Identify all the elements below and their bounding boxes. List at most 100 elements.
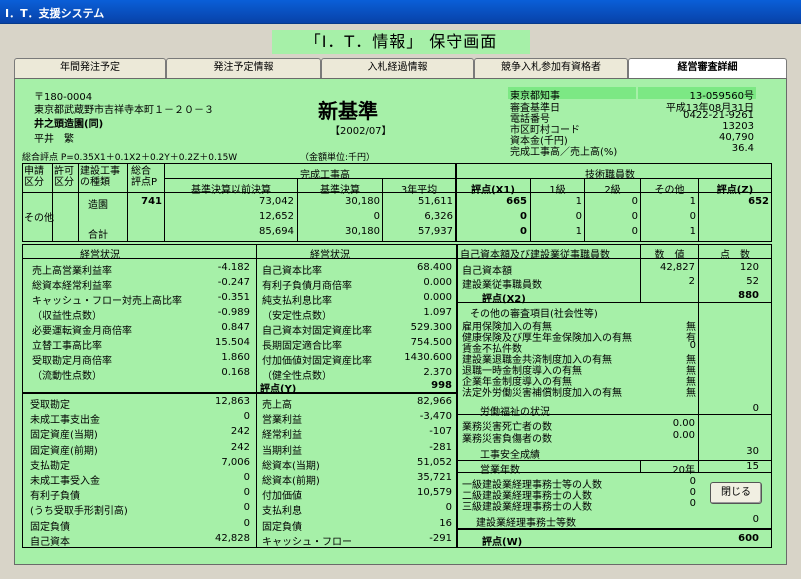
city-code: 13203 — [722, 121, 754, 132]
row2-avg: 6,326 — [424, 211, 453, 222]
accountant-value: 0 — [689, 487, 696, 498]
mgmt1-label: キャッシュ・フロー対売上高比率 — [32, 296, 182, 307]
fin2-label: キャッシュ・フロー — [262, 536, 352, 548]
social-value: 0 — [689, 340, 696, 351]
fin1-value: 0 — [243, 487, 250, 499]
tab-bid-progress[interactable]: 入札経過情報 — [321, 58, 474, 78]
fin2-label: 固定負債 — [262, 521, 302, 533]
fin1-label: 未成工事受入金 — [30, 476, 100, 487]
accident-injury-label: 業務災害負傷者の数 — [462, 434, 552, 445]
header-level1: 1級 — [549, 185, 566, 196]
accident-death-value: 0.00 — [672, 418, 695, 429]
mgmt1-value: 15.504 — [215, 337, 250, 348]
header-total-score: 総合 評点P — [131, 166, 158, 188]
mgmt1-label: （収益性点数） — [32, 311, 102, 322]
years-value: 20年 — [672, 465, 695, 476]
accountant-label: 三級建設業経理事務士の人数 — [462, 502, 592, 513]
mgmt1-label: 立替工事高比率 — [32, 341, 102, 352]
fin1-label: 未成工事支出金 — [30, 415, 100, 427]
fin1-label: 固定負債 — [30, 521, 70, 533]
mgmt2-label: （安定性点数） — [262, 311, 332, 322]
fin1-label: 支払勘定 — [30, 460, 70, 472]
accountant-value: 0 — [689, 498, 696, 509]
mgmt1-value: -4.182 — [217, 262, 250, 273]
tab-annual-order[interactable]: 年間発注予定 — [14, 58, 166, 78]
fin1-value: 242 — [230, 441, 250, 453]
tab-order-plan[interactable]: 発注予定情報 — [166, 58, 321, 78]
x2-score: 880 — [738, 290, 759, 301]
mgmt1-label: 総資本経常利益率 — [32, 281, 112, 292]
page-title: 「I．T．情報」 保守画面 — [272, 30, 530, 54]
fin2-value: -3,470 — [419, 411, 452, 423]
row1-x1: 665 — [506, 196, 527, 207]
fin2-label: 経常利益 — [262, 430, 302, 442]
fin2-label: 総資本(当期) — [262, 460, 320, 472]
years-label: 営業年数 — [480, 465, 520, 476]
tab-management-review[interactable]: 経営審査詳細 — [628, 58, 787, 78]
years-points: 15 — [746, 461, 759, 472]
mgmt2-label: 長期固定適合比率 — [262, 341, 342, 352]
fin1-value: 0 — [243, 472, 250, 483]
fin2-label: 付加価値 — [262, 491, 302, 503]
fin2-label: 営業利益 — [262, 415, 302, 427]
row2-before: 12,652 — [259, 211, 294, 222]
application-type: その他 — [24, 213, 54, 224]
fin1-label: 固定資産(前期) — [30, 445, 98, 457]
x2-points-header: 点 数 — [720, 250, 750, 261]
fin2-value: 82,966 — [417, 396, 452, 407]
row1-level2: 0 — [631, 196, 638, 207]
mgmt2-title: 経営状況 — [310, 250, 350, 261]
header-z: 評点(Z) — [716, 185, 754, 196]
standard-label: 新基準 — [318, 99, 378, 123]
total-level1: 1 — [575, 226, 582, 237]
fin1-value: 242 — [230, 426, 250, 438]
mgmt2-label: 付加価値対固定資産比率 — [262, 356, 372, 367]
address: 東京都武蔵野市吉祥寺本町１－２０－３ — [34, 105, 214, 116]
work-kind: 造園 — [88, 200, 108, 211]
mgmt2-value: 68.400 — [417, 262, 452, 273]
safety-label: 工事安全成績 — [480, 450, 540, 461]
total-level2: 0 — [631, 226, 638, 237]
y-score: 998 — [431, 380, 452, 391]
mgmt1-label: 受取勘定月商倍率 — [32, 356, 112, 367]
ratio-label: 完成工事高／売上高(%) — [510, 147, 618, 158]
fin1-label: 受取勘定 — [30, 400, 70, 411]
total-row-label: 合計 — [88, 230, 108, 241]
fin2-label: 売上高 — [262, 400, 292, 411]
y-label: 評点(Y) — [260, 384, 297, 395]
mgmt2-label: 自己資本対固定資産比率 — [262, 326, 372, 337]
tab-qualified-bidders[interactable]: 競争入札参加有資格者 — [474, 58, 628, 78]
mgmt2-value: 754.500 — [410, 337, 452, 348]
close-button[interactable]: 閉じる — [710, 482, 762, 504]
fin2-value: -281 — [429, 441, 452, 453]
phone: 0422-21-9261 — [683, 110, 754, 121]
header-work-kind: 建設工事 の種類 — [80, 166, 120, 188]
mgmt1-value: -0.247 — [217, 277, 250, 288]
period-label: 【2002/07】 — [330, 126, 392, 137]
mgmt2-label: 有利子負債月商倍率 — [262, 281, 352, 292]
row1-base: 30,180 — [345, 196, 380, 207]
x2-value-header: 数 値 — [654, 250, 685, 261]
row1-other: 1 — [689, 196, 696, 207]
company-name: 井之頭造園(同) — [34, 119, 104, 130]
row1-level1: 1 — [575, 196, 582, 207]
fin1-value: 12,863 — [215, 396, 250, 407]
capital: 40,790 — [719, 132, 754, 143]
mgmt2-label: 自己資本比率 — [262, 266, 322, 277]
staff-value: 2 — [688, 276, 695, 287]
mgmt2-value: 1430.600 — [404, 352, 452, 363]
header-level2: 2級 — [604, 185, 621, 196]
tab-bar: 年間発注予定 発注予定情報 入札経過情報 競争入札参加有資格者 経営審査詳細 — [14, 58, 787, 78]
equity-points: 120 — [739, 262, 759, 273]
mgmt1-label: 売上高営業利益率 — [32, 266, 112, 277]
staff-points: 52 — [746, 276, 759, 287]
fin1-value: 0 — [243, 502, 250, 514]
welfare-value: 0 — [752, 403, 759, 414]
mgmt2-label: 純支払利息比率 — [262, 296, 332, 307]
mgmt2-value: 2.370 — [423, 367, 452, 378]
mgmt1-title: 経営状況 — [80, 250, 120, 261]
row1-z: 652 — [748, 196, 769, 207]
row2-x1: 0 — [520, 211, 527, 222]
fin2-label: 総資本(前期) — [262, 476, 320, 487]
mgmt1-label: 必要運転資金月商倍率 — [32, 326, 132, 337]
